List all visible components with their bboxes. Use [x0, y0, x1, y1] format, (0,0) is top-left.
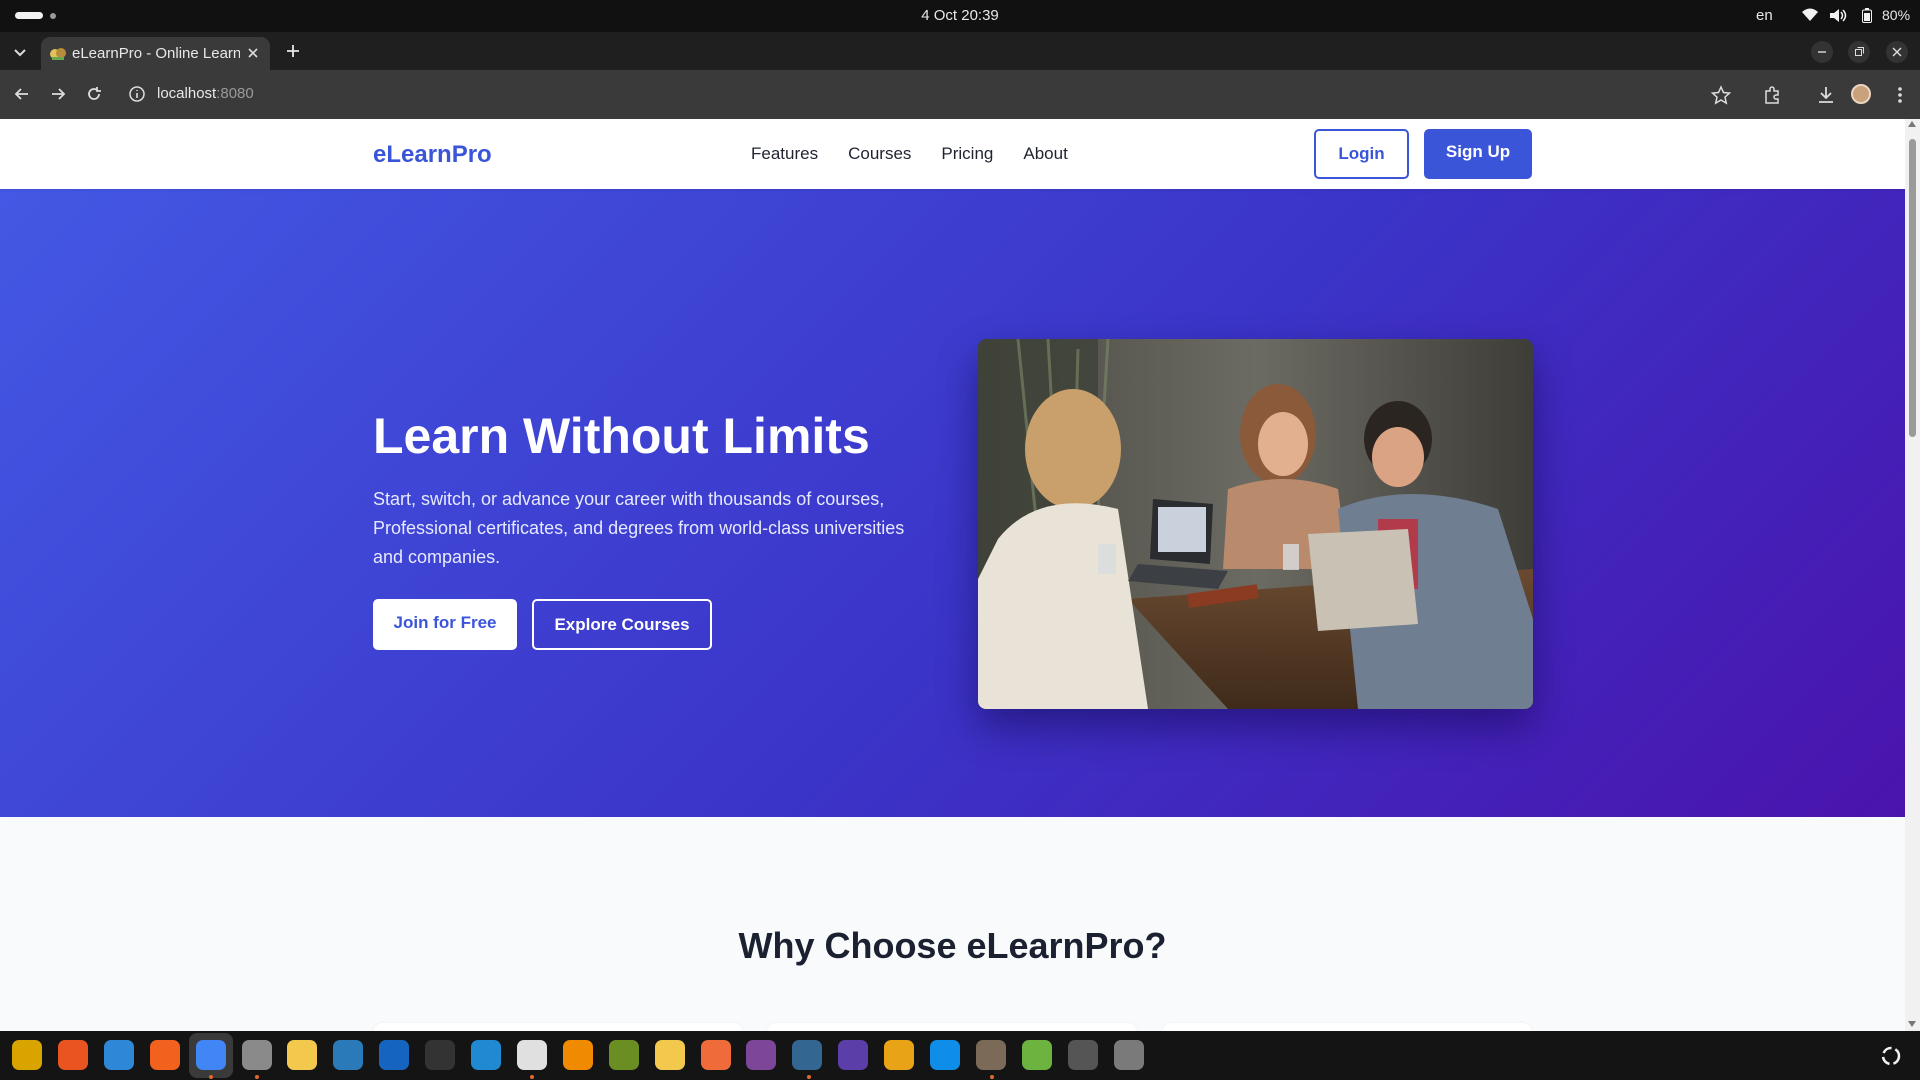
- forward-arrow-icon[interactable]: [48, 84, 68, 104]
- profile-avatar[interactable]: [1851, 84, 1873, 106]
- trash-icon[interactable]: [1113, 1040, 1144, 1070]
- explore-courses-button[interactable]: Explore Courses: [532, 599, 712, 650]
- scroll-down-arrow-icon[interactable]: [1908, 1021, 1916, 1027]
- eclipse-icon[interactable]: [838, 1040, 869, 1070]
- url-host: localhost: [157, 85, 217, 102]
- join-for-free-button[interactable]: Join for Free: [373, 599, 517, 650]
- window-restore-button[interactable]: [1848, 41, 1870, 63]
- files-icon[interactable]: [241, 1040, 272, 1070]
- why-choose-heading: Why Choose eLearnPro?: [738, 925, 1167, 966]
- login-button[interactable]: Login: [1314, 129, 1409, 179]
- site-logo[interactable]: eLearnPro: [373, 141, 492, 169]
- feature-card: [373, 1023, 743, 1031]
- running-indicator: [530, 1075, 534, 1079]
- hero-image: [978, 339, 1533, 709]
- nav-link-pricing[interactable]: Pricing: [941, 144, 993, 164]
- site-header: eLearnPro Features Courses Pricing About…: [0, 119, 1905, 189]
- tab-close-icon[interactable]: [244, 44, 262, 62]
- gimp-icon[interactable]: [975, 1040, 1006, 1070]
- os-top-bar: 4 Oct 20:39 en 80%: [0, 0, 1920, 32]
- page-scrollbar[interactable]: [1905, 119, 1920, 1031]
- spring-icon[interactable]: [1021, 1040, 1052, 1070]
- notes-icon[interactable]: [516, 1040, 547, 1070]
- running-indicator: [209, 1075, 213, 1079]
- chrome-icon[interactable]: [195, 1040, 226, 1070]
- clock[interactable]: 4 Oct 20:39: [0, 7, 1920, 24]
- rhythmbox-icon[interactable]: [12, 1040, 42, 1070]
- nav-link-about[interactable]: About: [1023, 144, 1067, 164]
- running-indicator: [255, 1075, 259, 1079]
- kebab-menu-icon[interactable]: [1889, 84, 1911, 106]
- window-minimize-button[interactable]: [1811, 41, 1833, 63]
- ssd-icon[interactable]: [1067, 1040, 1098, 1070]
- download-icon[interactable]: [1815, 84, 1837, 106]
- postman-icon[interactable]: [700, 1040, 731, 1070]
- wifi-icon[interactable]: [1802, 8, 1818, 22]
- signup-button[interactable]: Sign Up: [1424, 129, 1532, 179]
- scroll-up-arrow-icon[interactable]: [1908, 121, 1916, 127]
- new-tab-plus-icon[interactable]: [283, 41, 303, 61]
- battery-percentage: 80%: [1882, 7, 1911, 23]
- battery-icon[interactable]: [1862, 8, 1872, 23]
- teamviewer-icon[interactable]: [930, 1040, 960, 1070]
- running-indicator: [990, 1075, 994, 1079]
- calc-icon[interactable]: [654, 1040, 685, 1070]
- tab-title: eLearnPro - Online Learning Platform: [72, 45, 240, 62]
- site-info-icon[interactable]: [128, 85, 146, 103]
- taskbar-dock: [0, 1031, 1920, 1080]
- feature-card: [767, 1023, 1137, 1031]
- hero-title: Learn Without Limits: [373, 408, 870, 464]
- text-editor-icon[interactable]: [287, 1040, 318, 1070]
- archive-icon[interactable]: [884, 1040, 915, 1070]
- browser-tab-bar: eLearnPro - Online Learning Platform: [0, 32, 1920, 70]
- page-viewport: eLearnPro Features Courses Pricing About…: [0, 119, 1905, 1031]
- nav-link-courses[interactable]: Courses: [848, 144, 911, 164]
- window-close-button[interactable]: [1886, 41, 1908, 63]
- writer-icon[interactable]: [333, 1040, 364, 1070]
- running-indicator: [807, 1075, 811, 1079]
- bookmark-star-icon[interactable]: [1710, 84, 1732, 106]
- app-center-icon[interactable]: [57, 1040, 88, 1070]
- language-indicator[interactable]: en: [1756, 7, 1773, 24]
- firefox-icon[interactable]: [149, 1040, 180, 1070]
- help-icon[interactable]: [103, 1040, 134, 1070]
- nav-link-features[interactable]: Features: [751, 144, 818, 164]
- terminal-icon[interactable]: [425, 1040, 456, 1070]
- favicon-icon: [50, 48, 66, 60]
- url-port: :8080: [216, 85, 254, 102]
- scroll-thumb[interactable]: [1909, 139, 1916, 437]
- show-apps-grid-icon[interactable]: [1879, 1044, 1903, 1068]
- tor-icon[interactable]: [746, 1040, 777, 1070]
- vscode-icon[interactable]: [471, 1040, 501, 1070]
- mysql-workbench-icon[interactable]: [379, 1040, 410, 1070]
- back-arrow-icon[interactable]: [12, 84, 32, 104]
- tab-list-chevron-icon[interactable]: [10, 42, 30, 62]
- hero-section: Learn Without Limits Start, switch, or a…: [0, 189, 1905, 817]
- browser-toolbar: localhost:8080: [0, 70, 1920, 119]
- feature-card: [1162, 1023, 1532, 1031]
- url-field[interactable]: localhost:8080: [157, 85, 254, 102]
- network-icon[interactable]: [608, 1040, 639, 1070]
- hero-subtitle: Start, switch, or advance your career wi…: [373, 489, 905, 567]
- extensions-puzzle-icon[interactable]: [1761, 84, 1783, 106]
- postgres-icon[interactable]: [792, 1040, 823, 1070]
- vlc-icon[interactable]: [562, 1040, 593, 1070]
- volume-icon[interactable]: [1829, 8, 1847, 23]
- browser-tab[interactable]: eLearnPro - Online Learning Platform: [41, 37, 270, 70]
- main-nav: Features Courses Pricing About: [751, 144, 1068, 164]
- reload-icon[interactable]: [84, 84, 104, 104]
